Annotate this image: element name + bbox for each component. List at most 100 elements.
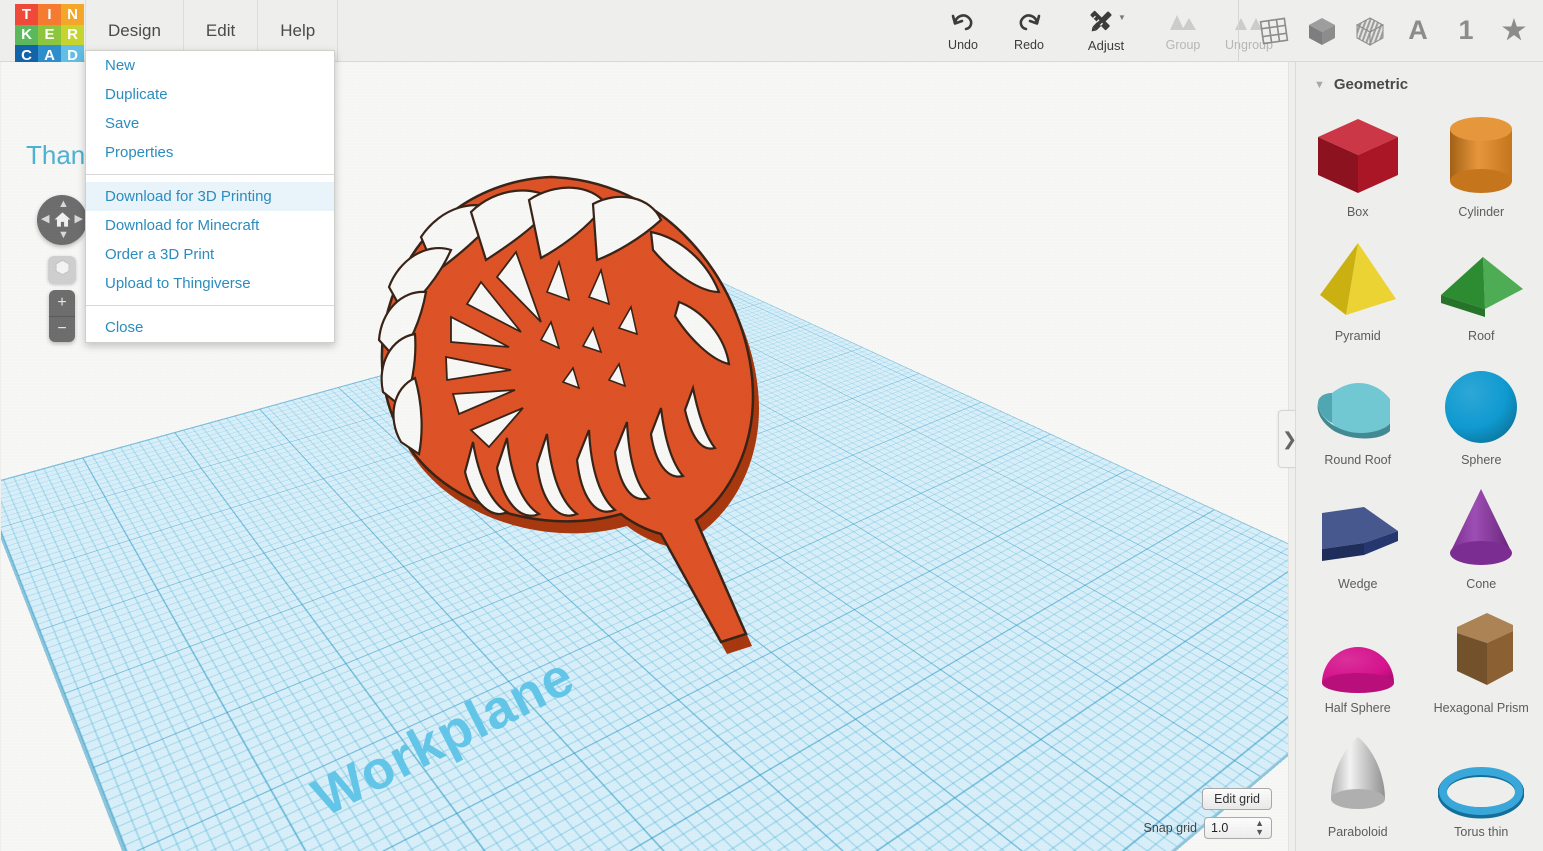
cylinder-shape-icon [1446,113,1516,199]
edit-grid-button[interactable]: Edit grid [1202,788,1272,810]
shape-grid: Box Cylinder Pyramid Roof Round Roof Sphere We… [1296,103,1543,843]
snap-grid-label: Snap grid [1143,821,1197,835]
model-turkey-cake-topper[interactable] [301,142,861,682]
logo-tile-k: K [15,25,38,46]
tool-group-button: Group [1150,0,1216,61]
shape-item-hexagonal-prism[interactable]: Hexagonal Prism [1420,599,1543,719]
shape-label: Hexagonal Prism [1434,701,1529,715]
menu-item-duplicate[interactable]: Duplicate [86,80,334,109]
text-letter-icon[interactable]: A [1401,14,1435,48]
shape-item-pyramid[interactable]: Pyramid [1296,227,1420,347]
logo-tile-n: N [61,4,84,25]
menu-item-order-a-3d-print[interactable]: Order a 3D Print [86,240,334,269]
tinkercad-logo[interactable]: TINKERCAD [15,4,84,66]
tool-label: Undo [948,38,978,52]
shape-label: Cone [1466,577,1496,591]
adjust-tools-icon: ▼ [1086,9,1126,35]
stepper-arrows-icon[interactable]: ▲▼ [1255,819,1264,837]
favorite-star-icon[interactable]: ★ [1497,14,1531,48]
menu-item-save[interactable]: Save [86,109,334,138]
caret-down-icon[interactable]: ▼ [1118,13,1126,22]
shape-label: Cylinder [1458,205,1504,219]
tool-adjust-button[interactable]: ▼ Adjust [1062,0,1150,61]
tool-label: Redo [1014,38,1044,52]
nav-left-arrow-icon[interactable]: ◀ [41,214,49,225]
menu-separator [86,305,334,306]
toolbar-tools: UndoRedo▼AdjustGroupUngroup [930,0,1282,61]
logo-tile-e: E [38,25,61,46]
solid-cube-icon[interactable] [1305,14,1339,48]
shape-label: Half Sphere [1325,701,1391,715]
menu-item-download-for-3d-printing[interactable]: Download for 3D Printing [86,182,334,211]
shape-item-box[interactable]: Box [1296,103,1420,223]
shape-label: Box [1347,205,1369,219]
shape-item-half-sphere[interactable]: Half Sphere [1296,599,1420,719]
shape-label: Pyramid [1335,329,1381,343]
menu-item-properties[interactable]: Properties [86,138,334,167]
fit-view-button[interactable] [48,256,76,284]
view-navigation-pad[interactable]: ▲ ▼ ◀ ▶ [37,195,87,245]
shape-item-wedge[interactable]: Wedge [1296,475,1420,595]
grid-controls: Edit grid Snap grid 1.0 ▲▼ [1143,788,1272,839]
tool-redo-button[interactable]: Redo [996,0,1062,61]
shape-item-sphere[interactable]: Sphere [1420,351,1543,471]
pyramid-shape-icon [1316,237,1400,323]
menu-separator [86,174,334,175]
undo-arrow-icon [950,9,976,35]
torusthin-shape-icon [1438,733,1524,819]
wedge-shape-icon [1312,485,1404,571]
roof-shape-icon [1435,237,1527,323]
shape-label: Sphere [1461,453,1501,467]
menu-item-close[interactable]: Close [86,313,334,342]
chevron-down-icon[interactable]: ▼ [1314,79,1325,91]
snap-grid-row: Snap grid 1.0 ▲▼ [1143,817,1272,839]
snap-grid-select[interactable]: 1.0 ▲▼ [1204,817,1272,839]
hole-cube-icon[interactable] [1353,14,1387,48]
number-icon[interactable]: 1 [1449,14,1483,48]
menu-item-upload-to-thingiverse[interactable]: Upload to Thingiverse [86,269,334,298]
workplane-grid [1,282,1289,851]
logo-tile-i: I [38,4,61,25]
halfsphere-shape-icon [1318,609,1398,695]
zoom-in-button[interactable]: + [49,290,75,316]
shape-item-cylinder[interactable]: Cylinder [1420,103,1543,223]
shape-item-torus-thin[interactable]: Torus thin [1420,723,1543,843]
menu-item-download-for-minecraft[interactable]: Download for Minecraft [86,211,334,240]
hexprism-shape-icon [1441,609,1521,695]
shape-label: Roof [1468,329,1494,343]
shape-item-paraboloid[interactable]: Paraboloid [1296,723,1420,843]
tool-label: Adjust [1088,38,1124,53]
menu-item-new[interactable]: New [86,51,334,80]
roundroof-shape-icon [1312,361,1404,447]
shapes-sidebar: ▼ Geometric Box Cylinder Pyramid Roof Round … [1295,62,1543,851]
box-shape-icon [1312,113,1404,199]
group-mountains-icon [1168,9,1198,35]
nav-right-arrow-icon[interactable]: ▶ [75,214,83,225]
shape-label: Round Roof [1324,453,1391,467]
workplane-label: Workplane [303,645,584,829]
shape-label: Paraboloid [1328,825,1388,839]
zoom-controls[interactable]: + − [49,290,75,342]
tinkercad-app: TINKERCAD DesignEditHelp UndoRedo▼Adjust… [0,0,1543,851]
shape-category-header[interactable]: ▼ Geometric [1296,62,1543,103]
paraboloid-shape-icon [1323,733,1393,819]
workplane-grid-icon[interactable] [1257,14,1291,48]
fit-view-cube-icon [54,259,71,281]
shape-item-round-roof[interactable]: Round Roof [1296,351,1420,471]
nav-down-arrow-icon[interactable]: ▼ [58,230,69,241]
cone-shape-icon [1444,485,1518,571]
shape-item-roof[interactable]: Roof [1420,227,1543,347]
shape-label: Torus thin [1454,825,1508,839]
sphere-shape-icon [1441,361,1521,447]
tool-label: Group [1166,38,1201,52]
zoom-out-button[interactable]: − [49,316,75,343]
redo-arrow-icon [1016,9,1042,35]
shape-label: Wedge [1338,577,1377,591]
shape-item-cone[interactable]: Cone [1420,475,1543,595]
home-icon[interactable] [53,210,72,229]
nav-up-arrow-icon[interactable]: ▲ [58,199,69,210]
design-dropdown-menu[interactable]: NewDuplicateSaveProperties Download for 3… [85,50,335,343]
tool-undo-button[interactable]: Undo [930,0,996,61]
logo-tile-t: T [15,4,38,25]
logo-tile-r: R [61,25,84,46]
